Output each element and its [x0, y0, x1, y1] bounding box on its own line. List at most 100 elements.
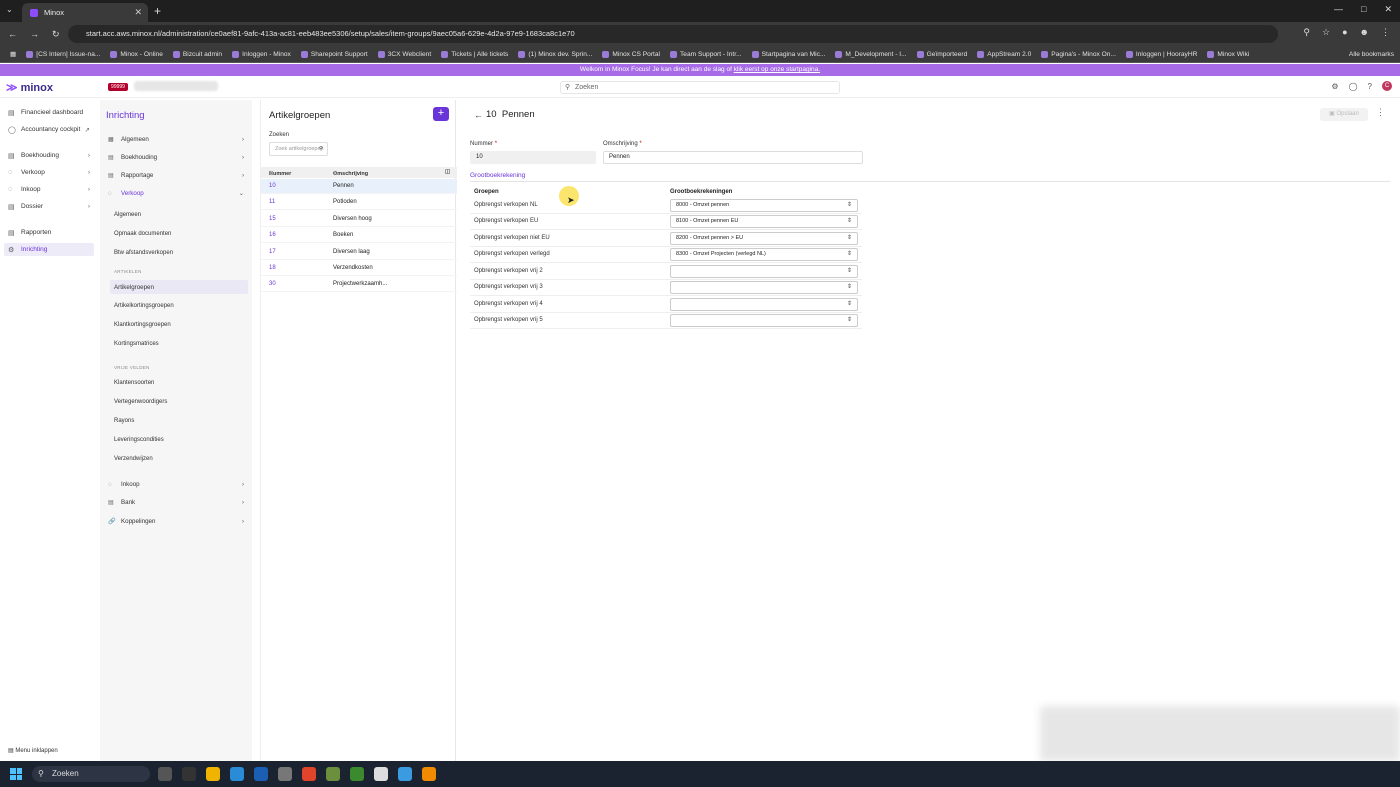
- teams-icon[interactable]: [230, 767, 244, 781]
- minimize-icon[interactable]: —: [1334, 4, 1343, 15]
- table-row[interactable]: 15 Diversen hoog: [261, 212, 457, 227]
- task-view-icon[interactable]: [158, 767, 172, 781]
- setup-sub-klantkortingsgroepen[interactable]: Klantkortingsgroepen: [114, 322, 171, 328]
- setup-sub-vertegenwoordigers[interactable]: Vertegenwoordigers: [114, 399, 167, 405]
- notepad-icon[interactable]: [398, 767, 412, 781]
- nummer-field[interactable]: 10: [470, 151, 596, 164]
- ledger-account-select[interactable]: ⇕: [670, 281, 858, 294]
- omschrijving-field[interactable]: Pennen: [603, 151, 863, 164]
- save-button[interactable]: ▣ Opslaan: [1320, 108, 1368, 121]
- banner-link[interactable]: klik eerst op onze startpagina.: [734, 66, 820, 73]
- setup-sub-verzendwijzen[interactable]: Verzendwijzen: [114, 456, 153, 462]
- menu-icon[interactable]: ⋮: [1381, 27, 1390, 38]
- setup-sub-rayons[interactable]: Rayons: [114, 418, 134, 424]
- setup-sub-klantensoorten[interactable]: Klantensoorten: [114, 380, 154, 386]
- setup-sub-artikelgroepen[interactable]: Artikelgroepen: [110, 280, 248, 294]
- sidebar-item-inkoop[interactable]: ◌ Inkoop ›: [8, 183, 94, 196]
- forward-icon[interactable]: →: [30, 29, 44, 39]
- setup-sub-kortingsmatrices[interactable]: Kortingsmatrices: [114, 341, 159, 347]
- new-tab-icon[interactable]: +: [154, 4, 161, 18]
- back-icon[interactable]: ←: [8, 29, 22, 39]
- bookmark-16[interactable]: Minox Wiki: [1207, 50, 1249, 58]
- windows-start-icon[interactable]: [10, 768, 22, 780]
- ledger-account-select[interactable]: 8100 - Omzet pennen EU ⇕: [670, 215, 858, 228]
- setup-item-bank[interactable]: ▤ Bank ›: [108, 495, 246, 509]
- sidebar-item-financieel-dashboard[interactable]: ▤ Financieel dashboard: [8, 106, 94, 119]
- settings-icon[interactable]: ⚙: [1331, 82, 1338, 91]
- ledger-account-select[interactable]: 8300 - Omzet Projecten (verlegd NL) ⇕: [670, 248, 858, 261]
- browser-tab[interactable]: Minox ✕: [22, 3, 148, 22]
- bookmark-8[interactable]: Minox CS Portal: [602, 50, 660, 58]
- taskbar-search[interactable]: ⚲ Zoeken: [32, 766, 150, 782]
- setup-sub-algemeen[interactable]: Algemeen: [114, 212, 141, 218]
- ledger-account-select[interactable]: ⇕: [670, 265, 858, 278]
- sidebar-item-inrichting[interactable]: ⚙ Inrichting: [4, 243, 94, 256]
- item-group-search-input[interactable]: Zoek artikelgroepen ⚲: [269, 142, 328, 156]
- setup-sub-btw-afstandsverkopen[interactable]: Btw afstandsverkopen: [114, 250, 173, 256]
- administration-name-blurred[interactable]: [134, 81, 218, 91]
- tab-list-icon[interactable]: ⌄: [6, 5, 13, 14]
- maximize-icon[interactable]: □: [1361, 4, 1366, 15]
- 3cx-icon[interactable]: [182, 767, 196, 781]
- bookmark-6[interactable]: Tickets | Alle tickets: [441, 50, 508, 58]
- bookmark-star-icon[interactable]: ☆: [1322, 27, 1330, 38]
- bookmark-14[interactable]: Pagina's - Minox On...: [1041, 50, 1116, 58]
- bookmark-5[interactable]: 3CX Webclient: [377, 50, 431, 58]
- all-bookmarks[interactable]: Alle bookmarks: [1349, 51, 1394, 58]
- url-input[interactable]: start.acc.aws.minox.nl/administration/ce…: [68, 25, 1278, 43]
- bookmark-15[interactable]: Inloggen | HoorayHR: [1125, 50, 1197, 58]
- bookmark-7[interactable]: (1) Minox dev. Sprin...: [518, 50, 592, 58]
- bookmark-9[interactable]: Team Support - Intr...: [670, 50, 742, 58]
- setup-item-inkoop[interactable]: ◌ Inkoop ›: [108, 477, 246, 491]
- setup-sub-artikelkortingsgroepen[interactable]: Artikelkortingsgroepen: [114, 303, 174, 309]
- close-window-icon[interactable]: ✕: [1384, 4, 1392, 15]
- ledger-account-select[interactable]: 8000 - Omzet pennen ⇕: [670, 199, 858, 212]
- apps-icon[interactable]: ▦: [10, 50, 16, 58]
- bookmark-12[interactable]: Geïmporteerd: [916, 50, 967, 58]
- app-icon[interactable]: [422, 767, 436, 781]
- help-icon[interactable]: ?: [1368, 82, 1372, 91]
- table-row[interactable]: 30 Projectwerkzaamh...: [261, 277, 457, 292]
- ledger-account-select[interactable]: 8200 - Omzet pennen > EU ⇕: [670, 232, 858, 245]
- profile-icon[interactable]: ☻: [1360, 27, 1369, 38]
- setup-sub-opmaak-documenten[interactable]: Opmaak documenten: [114, 231, 171, 237]
- bookmark-3[interactable]: Inloggen - Minox: [232, 50, 291, 58]
- table-row[interactable]: 18 Verzendkosten: [261, 261, 457, 276]
- columns-icon[interactable]: ◫: [445, 169, 450, 175]
- file-explorer-icon[interactable]: [206, 767, 220, 781]
- outlook-icon[interactable]: [254, 767, 268, 781]
- bookmark-13[interactable]: AppStream 2.0: [977, 50, 1031, 58]
- global-search-input[interactable]: ⚲ Zoeken: [560, 81, 840, 94]
- setup-sub-leveringscondities[interactable]: Leveringscondities: [114, 437, 164, 443]
- notifications-icon[interactable]: ◯: [1349, 82, 1358, 91]
- setup-item-boekhouding[interactable]: ▤ Boekhouding ›: [108, 150, 246, 164]
- ledger-account-select[interactable]: ⇕: [670, 298, 858, 311]
- sidebar-item-accountancy-cockpit[interactable]: ◯ Accountancy cockpit ↗: [8, 123, 94, 136]
- table-row[interactable]: 10 Pennen: [261, 179, 457, 194]
- setup-item-koppelingen[interactable]: 🔗 Koppelingen ›: [108, 514, 246, 528]
- app-icon[interactable]: [326, 767, 340, 781]
- back-arrow-icon[interactable]: ←: [474, 110, 483, 120]
- table-row[interactable]: 11 Potloden: [261, 195, 457, 210]
- sidebar-item-dossier[interactable]: ▤ Dossier ›: [8, 200, 94, 213]
- zoom-icon[interactable]: ⚲: [1303, 27, 1310, 38]
- bookmark-2[interactable]: Bizcuit admin: [172, 50, 222, 58]
- sidebar-item-verkoop[interactable]: ◌ Verkoop ›: [8, 166, 94, 179]
- app-icon[interactable]: [374, 767, 388, 781]
- chrome-icon[interactable]: [302, 767, 316, 781]
- close-tab-icon[interactable]: ✕: [134, 7, 142, 18]
- avatar[interactable]: C: [1382, 81, 1392, 91]
- table-row[interactable]: 16 Boeken: [261, 228, 457, 243]
- ledger-account-select[interactable]: ⇕: [670, 314, 858, 327]
- reload-icon[interactable]: ↻: [52, 29, 66, 40]
- bookmark-4[interactable]: Sharepoint Support: [300, 50, 368, 58]
- table-row[interactable]: 17 Diversen laag: [261, 245, 457, 260]
- collapse-menu-button[interactable]: ▤ Menu inklappen: [8, 747, 58, 754]
- setup-item-verkoop[interactable]: ◌ Verkoop ⌄: [108, 186, 246, 200]
- excel-icon[interactable]: [350, 767, 364, 781]
- setup-item-rapportage[interactable]: ▤ Rapportage ›: [108, 168, 246, 182]
- bookmark-10[interactable]: Startpagina van Mic...: [751, 50, 825, 58]
- more-options-icon[interactable]: ⋮: [1376, 107, 1385, 118]
- extension-icon[interactable]: ●: [1342, 27, 1347, 38]
- setup-item-algemeen[interactable]: ▦ Algemeen ›: [108, 132, 246, 146]
